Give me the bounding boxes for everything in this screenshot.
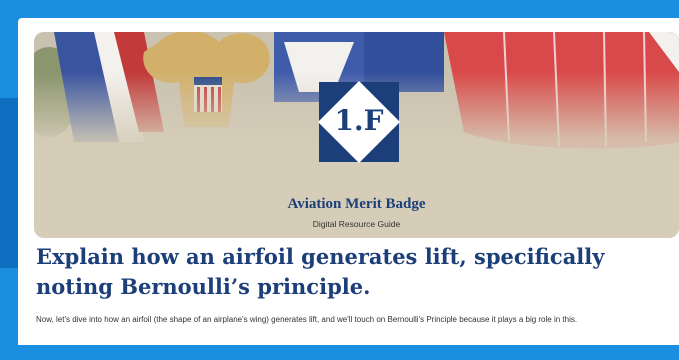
banner-title: Aviation Merit Badge <box>287 196 426 212</box>
frame-stripe <box>0 98 18 268</box>
banner-subtitle: Digital Resource Guide <box>312 219 401 229</box>
intro-paragraph: Now, let's dive into how an airfoil (the… <box>36 315 578 324</box>
badge-number: 1.F <box>334 104 384 137</box>
header-banner: 1.F Aviation Merit Badge Digital Resourc… <box>34 32 679 238</box>
page-content: 1.F Aviation Merit Badge Digital Resourc… <box>18 18 679 345</box>
page-title: Explain how an airfoil generates lift, s… <box>36 244 605 299</box>
badge-emblem: 1.F <box>317 80 401 164</box>
